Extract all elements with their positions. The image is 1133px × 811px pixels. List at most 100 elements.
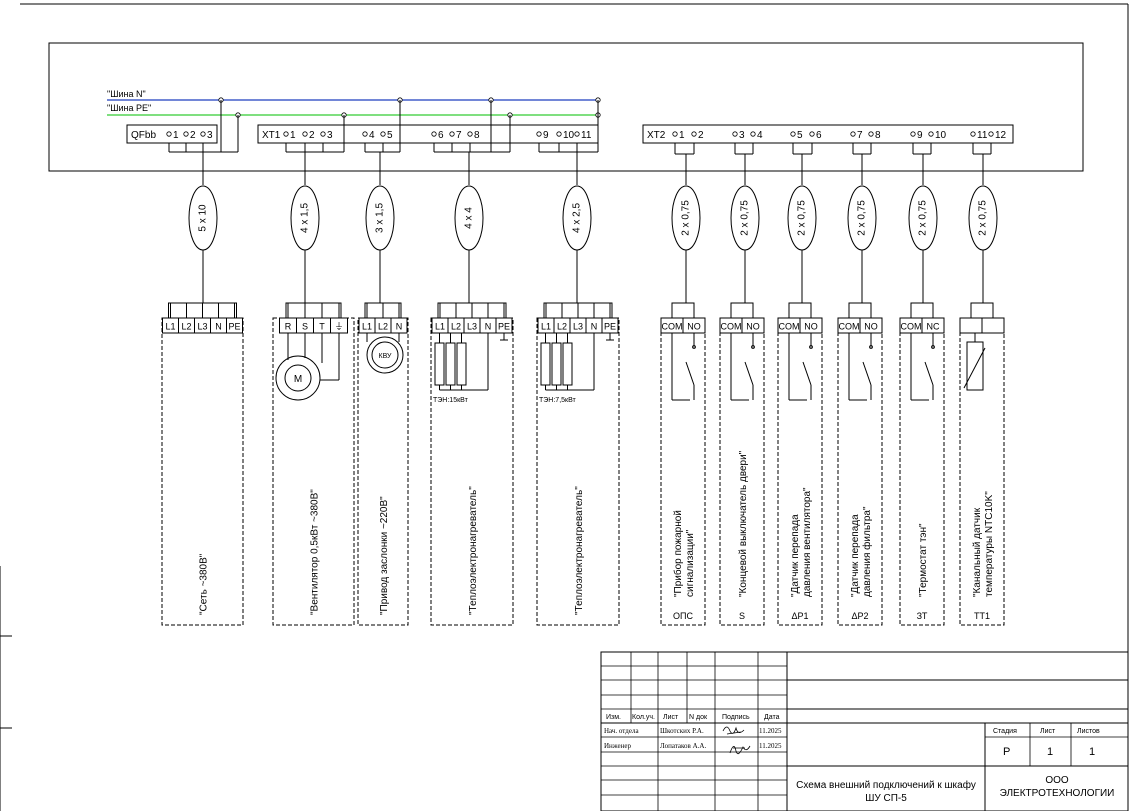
pin-label: L3 xyxy=(573,322,583,332)
hdr-izm: Изм. xyxy=(606,714,621,721)
sheets-header: Листов xyxy=(1077,728,1100,735)
xt2-pin-4: 4 xyxy=(757,130,763,141)
xt1-pin-mark xyxy=(431,131,437,137)
pin-label: N xyxy=(485,322,492,332)
qf-pin-2: 2 xyxy=(190,130,196,141)
pin-label: NO xyxy=(864,322,878,332)
xt1-pin-9: 9 xyxy=(543,130,549,141)
pin-label: NO xyxy=(746,322,760,332)
cable-fanout xyxy=(730,302,754,319)
xt1-pin-mark xyxy=(380,131,386,137)
qf-pin-mark xyxy=(200,131,206,137)
pin-label: L3 xyxy=(467,322,477,332)
consumer-4: L1 L2 L3 N PE ТЭН:15кВт "Теплоэлектронагревате… xyxy=(430,300,514,626)
row2-date: 11.2025 xyxy=(759,742,782,750)
consumer-label-2: сигнализации" xyxy=(685,529,696,597)
signature-2 xyxy=(729,745,751,755)
pin-label: L1 xyxy=(165,322,175,332)
xt2-pin-11: 11 xyxy=(977,130,988,141)
xt2-name: XT2 xyxy=(647,130,666,141)
row2-name: Лопатаков А.А. xyxy=(660,742,706,750)
bus-connection-nodes xyxy=(218,97,601,118)
xt1-pin-7: 7 xyxy=(456,130,462,141)
hdr-list: Лист xyxy=(663,714,679,721)
consumer-3: L1 L2 N КВУ "Привод заслонки ~220В" xyxy=(357,300,409,626)
heater-element xyxy=(445,342,456,386)
cable-fanout xyxy=(910,302,934,319)
xt1-pin-mark xyxy=(467,131,473,137)
cable-spec: 2 х 0,75 xyxy=(918,200,929,236)
cable-fanout xyxy=(848,302,872,319)
xt1-pin-6: 6 xyxy=(438,130,444,141)
cable-fanout xyxy=(788,302,812,319)
consumer-label: "Вентилятор 0,5кВт ~380В" xyxy=(310,489,321,615)
title-block: Изм. Кол.уч. Лист N док Подпись Дата Нач… xyxy=(0,566,1129,811)
connection-diagram: "Шина N" "Шина PE" QFbb XT1 XT2 12312345… xyxy=(0,3,1129,811)
row2-role: Инженер xyxy=(604,742,632,750)
cable-spec: 2 х 0,75 xyxy=(740,200,751,236)
sheets-value: 1 xyxy=(1089,746,1095,758)
xt1-pin-mark xyxy=(362,131,368,137)
cables: 5 х 10 4 х 1,5 3 х 1,5 4 х 4 4 х 2,5 2 х 0,75… xyxy=(188,185,998,300)
cable-fanout xyxy=(671,302,695,319)
xt1-pin-mark xyxy=(302,131,308,137)
terminal-block-qfbb: QFbb xyxy=(126,124,218,144)
consumer-label: "Сеть ~380В" xyxy=(199,553,210,615)
pin-label: PE xyxy=(604,322,616,332)
xt2-pin-mark xyxy=(732,131,738,137)
xt1-pin-8: 8 xyxy=(474,130,480,141)
xt2-pin-8: 8 xyxy=(875,130,881,141)
contact-blade xyxy=(744,361,754,386)
heater-element xyxy=(562,342,573,386)
pin-label: NC xyxy=(927,322,940,332)
xt1-pin-mark xyxy=(449,131,455,137)
xt2-pin-mark xyxy=(850,131,856,137)
pin-label: L1 xyxy=(541,322,551,332)
heater-element xyxy=(456,342,467,386)
xt1-pin-10: 10 xyxy=(563,130,575,141)
qf-pin-3: 3 xyxy=(207,130,213,141)
pin-label: COM xyxy=(779,322,800,332)
consumer-label-1: "Датчик перепада xyxy=(850,514,861,597)
consumer-tag: S xyxy=(739,611,745,621)
qf-pin-1: 1 xyxy=(173,130,179,141)
org-line-2: ЭЛЕКТРОТЕХНОЛОГИИ xyxy=(1000,788,1115,799)
contact-blade xyxy=(685,361,695,386)
xt1-name: XT1 xyxy=(262,130,281,141)
pin-label: COM xyxy=(839,322,860,332)
xt1-pin-5: 5 xyxy=(387,130,393,141)
consumer-label-2: температуры NTC10K" xyxy=(984,491,995,597)
pin-label: ⏚ xyxy=(334,322,343,332)
cable-fanout xyxy=(285,302,342,319)
pin-label: S xyxy=(302,322,308,332)
xt2-pin-mark xyxy=(691,131,697,137)
heater-rating: ТЭН:15кВт xyxy=(433,397,469,404)
xt2-pin-3: 3 xyxy=(739,130,745,141)
consumer-tag: ΔP1 xyxy=(791,611,808,621)
pin-label: N xyxy=(591,322,598,332)
consumer-label-1: "Канальный датчик xyxy=(972,507,983,597)
cable-spec: 5 х 10 xyxy=(198,204,209,232)
contact-blade xyxy=(802,361,812,386)
cable-fanout xyxy=(970,302,994,319)
xt2-pin-mark xyxy=(988,131,994,137)
xt1-pin-4: 4 xyxy=(369,130,375,141)
drawing-title-1: Схема внешний подключений к шкафу xyxy=(796,779,976,791)
consumer-label-1: "Датчик перепада xyxy=(790,514,801,597)
xt2-pin-mark xyxy=(790,131,796,137)
consumer-2: R S T ⏚ M "Вентилятор 0,5кВт ~380В" xyxy=(272,300,355,626)
heater-rating: ТЭН:7,5кВт xyxy=(539,397,577,404)
consumer-8: COM NO "Датчик перепада давления вентилятор… xyxy=(777,300,823,626)
xt2-pin-1: 1 xyxy=(679,130,685,141)
terminal-pins: 1 2 3 1 2 3 4 5 6 7 8 9 10 11 1 2 3 4 5 6 7 8 9 10 11 12 xyxy=(166,130,1007,141)
xt2-pin-7: 7 xyxy=(857,130,863,141)
consumer-label-1: "Концевой выключатель двери" xyxy=(738,450,749,597)
xt2-pin-mark xyxy=(970,131,976,137)
cable-spec: 4 х 1,5 xyxy=(300,203,311,233)
cable-spec: 2 х 0,75 xyxy=(857,200,868,236)
stage-header: Стадия xyxy=(993,728,1017,735)
consumer-tag: ЗТ xyxy=(917,611,928,621)
consumer-tag: ΔP2 xyxy=(851,611,868,621)
pin-label: L3 xyxy=(197,322,207,332)
xt2-pin-mark xyxy=(672,131,678,137)
